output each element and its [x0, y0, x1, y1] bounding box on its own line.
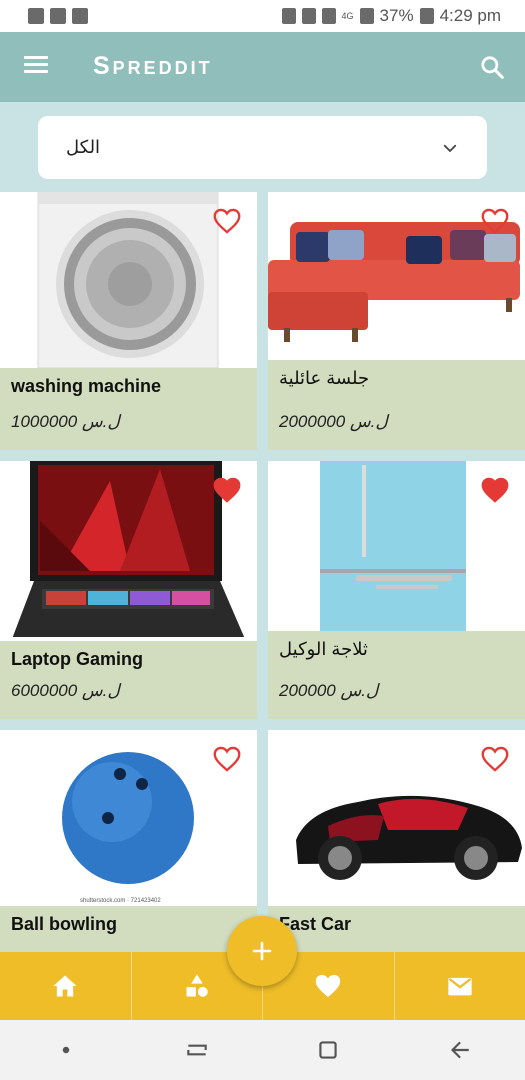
product-info: ثلاجة الوكيل ل.س 200000: [268, 631, 525, 719]
product-card[interactable]: shutterstock.com · 721423402 Ball bowlin…: [0, 730, 257, 988]
product-price: ل.س 6000000: [11, 681, 120, 700]
product-card[interactable]: Laptop Gaming ل.س 6000000: [0, 461, 257, 719]
status-system-icons: 4G 37% 4:29 pm: [281, 6, 501, 26]
favorite-heart-icon[interactable]: [481, 208, 509, 234]
search-icon[interactable]: [479, 54, 505, 80]
mute-icon: [301, 8, 316, 24]
product-card[interactable]: Fast Car: [268, 730, 525, 988]
product-name: Ball bowling: [11, 914, 117, 934]
product-name: Laptop Gaming: [11, 649, 143, 669]
battery-icon: [419, 8, 434, 24]
status-bar: 4G 37% 4:29 pm: [0, 0, 525, 32]
network-type: 4G: [341, 11, 354, 21]
favorite-heart-icon[interactable]: [481, 477, 509, 503]
product-price: ل.س 2000000: [279, 412, 388, 431]
add-product-button[interactable]: [227, 916, 297, 986]
app-bar: Spreddit: [0, 32, 525, 102]
system-navigation-bar: [0, 1020, 525, 1080]
category-filter-dropdown[interactable]: الكل: [38, 116, 487, 179]
product-price: ل.س 1000000: [11, 412, 120, 431]
image-notification-icon: [28, 8, 44, 24]
sim-icon: [281, 8, 296, 24]
favorite-heart-icon[interactable]: [213, 208, 241, 234]
product-card[interactable]: ثلاجة الوكيل ل.س 200000: [268, 461, 525, 719]
home-icon: [53, 975, 77, 997]
dot-icon: [62, 1046, 69, 1054]
product-name: washing machine: [11, 376, 162, 396]
product-price: ل.س 200000: [279, 681, 379, 700]
hamburger-menu-icon[interactable]: [24, 56, 48, 76]
product-info: جلسة عائلية ل.س 2000000: [268, 360, 525, 450]
favorite-heart-icon[interactable]: [213, 477, 241, 503]
product-info: Laptop Gaming ل.س 6000000: [0, 641, 257, 719]
plus-icon: [252, 941, 272, 961]
recent-apps-icon[interactable]: [184, 1037, 210, 1063]
heart-icon: [316, 974, 341, 998]
nav-home[interactable]: [0, 952, 132, 1020]
signal-icon: [359, 8, 374, 24]
app-title: Spreddit: [93, 52, 213, 80]
message-notification-icon: [72, 8, 88, 24]
chevron-down-icon: [443, 144, 457, 152]
image-watermark: shutterstock.com · 721423402: [80, 898, 161, 904]
nfc-icon: [321, 8, 336, 24]
battery-percent: 37%: [379, 6, 414, 25]
product-info: washing machine ل.س 1000000: [0, 368, 257, 450]
v-notification-icon: [50, 8, 66, 24]
nav-messages[interactable]: [395, 952, 525, 1020]
clock: 4:29 pm: [439, 6, 501, 25]
favorite-heart-icon[interactable]: [213, 746, 241, 772]
product-card[interactable]: جلسة عائلية ل.س 2000000: [268, 192, 525, 450]
back-icon[interactable]: [446, 1037, 472, 1063]
product-card[interactable]: washing machine ل.س 1000000: [0, 192, 257, 450]
home-button-icon[interactable]: [315, 1037, 341, 1063]
product-name: جلسة عائلية: [279, 368, 370, 388]
filter-selected-value: الكل: [66, 137, 101, 157]
categories-icon: [186, 974, 208, 997]
mail-icon: [448, 977, 472, 996]
status-notification-icons: [28, 8, 88, 24]
product-name: ثلاجة الوكيل: [279, 639, 368, 659]
favorite-heart-icon[interactable]: [481, 746, 509, 772]
